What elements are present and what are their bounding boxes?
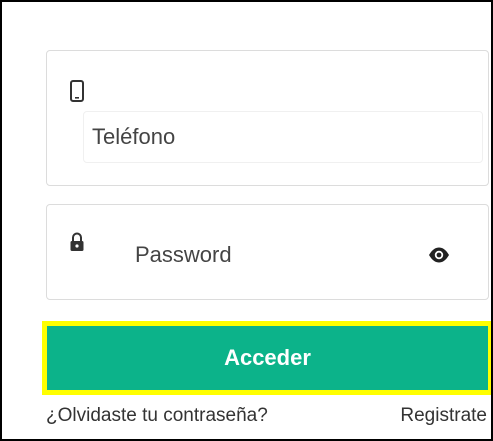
password-input[interactable] (135, 237, 415, 273)
login-frame: Acceder ¿Olvidaste tu contraseña? Regist… (0, 0, 493, 441)
smartphone-icon (70, 80, 84, 102)
register-link[interactable]: Registrate (400, 405, 487, 427)
eye-icon[interactable] (428, 246, 450, 264)
phone-input[interactable] (83, 111, 483, 163)
phone-card (46, 50, 489, 186)
forgot-password-link[interactable]: ¿Olvidaste tu contraseña? (46, 405, 268, 427)
login-button[interactable]: Acceder (42, 321, 491, 395)
password-card (46, 204, 489, 300)
lock-icon (70, 232, 84, 251)
